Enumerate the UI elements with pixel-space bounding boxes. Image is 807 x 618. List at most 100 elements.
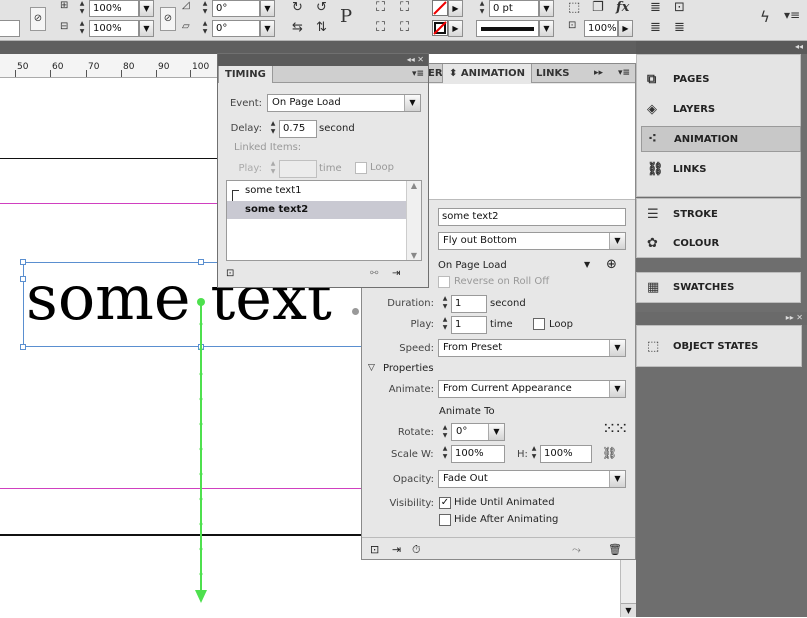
convert-to-path-icon[interactable]: ⤳ (572, 543, 581, 557)
timing-menu-icon[interactable]: ▾≡ (406, 66, 430, 83)
flip-vertical-icon[interactable]: ⇅ (316, 20, 327, 35)
list-item[interactable]: some text1 (227, 182, 407, 200)
event-value[interactable]: On Page Load (438, 260, 507, 271)
frame-port[interactable] (352, 308, 359, 315)
shear-stepper[interactable]: ▲ ▼ (199, 20, 211, 37)
timing-loop-checkbox[interactable] (355, 162, 367, 174)
text-wrap-shape-icon[interactable]: ≣ (650, 20, 661, 35)
select-content-icon[interactable]: ⛶ (400, 0, 409, 15)
speed-dropdown[interactable]: From Preset ▼ (438, 339, 626, 357)
rotate-dropdown[interactable]: ▼ (260, 0, 275, 17)
stroke-weight-stepper[interactable]: ▲ ▼ (476, 0, 488, 17)
play-together-icon[interactable]: ⚯ (370, 268, 378, 279)
scale-h-stepper[interactable]: ▲ ▼ (529, 445, 539, 461)
scale-h-field[interactable]: 100% (540, 445, 592, 463)
vertical-scrollbar[interactable]: ▼ (620, 555, 636, 617)
scale-y-stepper[interactable]: ▲ ▼ (76, 20, 88, 37)
rotate-field[interactable]: 0° (212, 0, 260, 17)
dock-item-stroke[interactable]: ☰ STROKE (641, 202, 801, 228)
opacity-field[interactable]: 100% (584, 20, 618, 37)
delete-icon[interactable]: 🗑 (608, 543, 622, 556)
dock-item-object-states[interactable]: ⬚ OBJECT STATES (641, 334, 801, 360)
stroke-dropdown[interactable]: ▶ (448, 20, 463, 37)
list-scrollbar[interactable]: ▲ ▼ (406, 181, 421, 260)
frame-handle[interactable] (20, 259, 26, 265)
rotate-stepper[interactable]: ▲ ▼ (440, 424, 450, 440)
opacity-dropdown[interactable]: ▶ (618, 20, 633, 37)
drop-shadow-icon[interactable]: ❐ (592, 0, 604, 15)
rotate-ccw-icon[interactable]: ↺ (316, 0, 327, 15)
text-wrap-none-icon[interactable]: ≣ (650, 0, 661, 15)
shear-field[interactable]: 0° (212, 20, 260, 37)
dock-collapse-handle[interactable]: ◂◂ (636, 41, 807, 54)
stroke-type-field[interactable] (476, 20, 539, 37)
preset-dropdown[interactable]: Fly out Bottom ▼ (438, 232, 626, 250)
hide-after-checkbox[interactable] (439, 514, 451, 526)
dock-item-animation[interactable]: ⁖ ANIMATION (641, 126, 801, 152)
event-settings-icon[interactable]: ⊕ (606, 257, 617, 272)
motion-path[interactable] (190, 294, 214, 604)
dock-item-colour[interactable]: ✿ COLOUR (641, 231, 801, 257)
show-proxy-icon[interactable]: ⇥ (392, 543, 401, 556)
text-wrap-box-icon[interactable]: ⊡ (674, 0, 685, 15)
stroke-type-dropdown[interactable]: ▼ (539, 20, 554, 37)
shear-dropdown[interactable]: ▼ (260, 20, 275, 37)
fill-dropdown[interactable]: ▶ (448, 0, 463, 17)
properties-disclosure-icon[interactable]: ▽ (368, 363, 375, 373)
animation-name-field[interactable]: some text2 (438, 208, 626, 226)
scroll-down-icon[interactable]: ▼ (621, 603, 636, 617)
timing-play-field[interactable] (279, 160, 317, 178)
corner-options-icon[interactable]: ⬚ (568, 0, 580, 15)
link-scale-icon[interactable]: ⊘ (160, 7, 176, 31)
constrain-proportions-icon[interactable]: ⊘ (30, 7, 46, 31)
toolbar-menu-icon[interactable]: ▾≡ (784, 8, 800, 22)
effects-fx-icon[interactable]: fx (616, 0, 629, 15)
flip-horizontal-icon[interactable]: ⇆ (292, 20, 303, 35)
event-dropdown-icon[interactable]: ▼ (584, 260, 590, 269)
rotate-cw-icon[interactable]: ↻ (292, 0, 303, 15)
delay-stepper[interactable]: ▲ ▼ (268, 120, 278, 136)
reference-point-icon[interactable]: ⁙⁙ (602, 419, 628, 439)
select-previous-icon[interactable]: ⛶ (376, 20, 385, 35)
dock-item-pages[interactable]: ⧉ PAGES (641, 67, 801, 93)
select-next-icon[interactable]: ⛶ (400, 20, 409, 35)
tab-timing[interactable]: TIMING (218, 66, 273, 83)
tab-links[interactable]: LINKS (530, 64, 575, 83)
timing-preview-icon[interactable]: ⊡ (226, 268, 234, 279)
list-item[interactable]: some text2 (227, 201, 407, 219)
tab-animation[interactable]: ⬍ ANIMATION (442, 64, 533, 83)
opacity-dropdown[interactable]: Fade Out ▼ (438, 470, 626, 488)
hide-until-checkbox[interactable]: ✓ (439, 497, 451, 509)
timing-play-stepper[interactable]: ▲ ▼ (268, 160, 278, 176)
play-stepper[interactable]: ▲ ▼ (440, 316, 450, 332)
scale-y-dropdown[interactable]: ▼ (139, 20, 154, 37)
timing-panel-icon[interactable]: ⏱ (412, 543, 421, 557)
delay-field[interactable]: 0.75 (279, 120, 317, 138)
preview-icon[interactable]: ⊡ (370, 543, 379, 556)
scale-x-field[interactable]: 100% (89, 0, 139, 17)
constrain-scale-icon[interactable]: ⛓ (602, 446, 617, 460)
scale-w-stepper[interactable]: ▲ ▼ (440, 445, 450, 461)
frame-handle[interactable] (20, 276, 26, 282)
dock-item-layers[interactable]: ◈ LAYERS (641, 97, 801, 123)
scale-x-dropdown[interactable]: ▼ (139, 0, 154, 17)
frame-handle[interactable] (20, 344, 26, 350)
lightning-icon[interactable]: ϟ (760, 8, 770, 26)
stroke-swatch[interactable] (432, 20, 448, 36)
stroke-weight-dropdown[interactable]: ▼ (539, 0, 554, 17)
timing-event-dropdown[interactable]: On Page Load ▼ (267, 94, 421, 112)
frame-handle[interactable] (198, 259, 204, 265)
duration-stepper[interactable]: ▲ ▼ (440, 295, 450, 311)
panel-menu-icon[interactable]: ▾≡ (612, 64, 636, 83)
loop-checkbox[interactable] (533, 318, 545, 330)
scale-x-stepper[interactable]: ▲ ▼ (76, 0, 88, 17)
y-field-partial[interactable] (0, 20, 20, 37)
dock-item-links[interactable]: ⛓ LINKS (641, 157, 801, 183)
rotate-stepper[interactable]: ▲ ▼ (199, 0, 211, 17)
fill-swatch[interactable] (432, 0, 448, 16)
scale-y-field[interactable]: 100% (89, 20, 139, 37)
play-separately-icon[interactable]: ⇥ (392, 268, 400, 279)
animate-dropdown[interactable]: From Current Appearance ▼ (438, 380, 626, 398)
object-states-panel-handle[interactable]: ▸▸ ✕ (636, 312, 807, 325)
dock-item-swatches[interactable]: ▦ SWATCHES (641, 275, 801, 301)
